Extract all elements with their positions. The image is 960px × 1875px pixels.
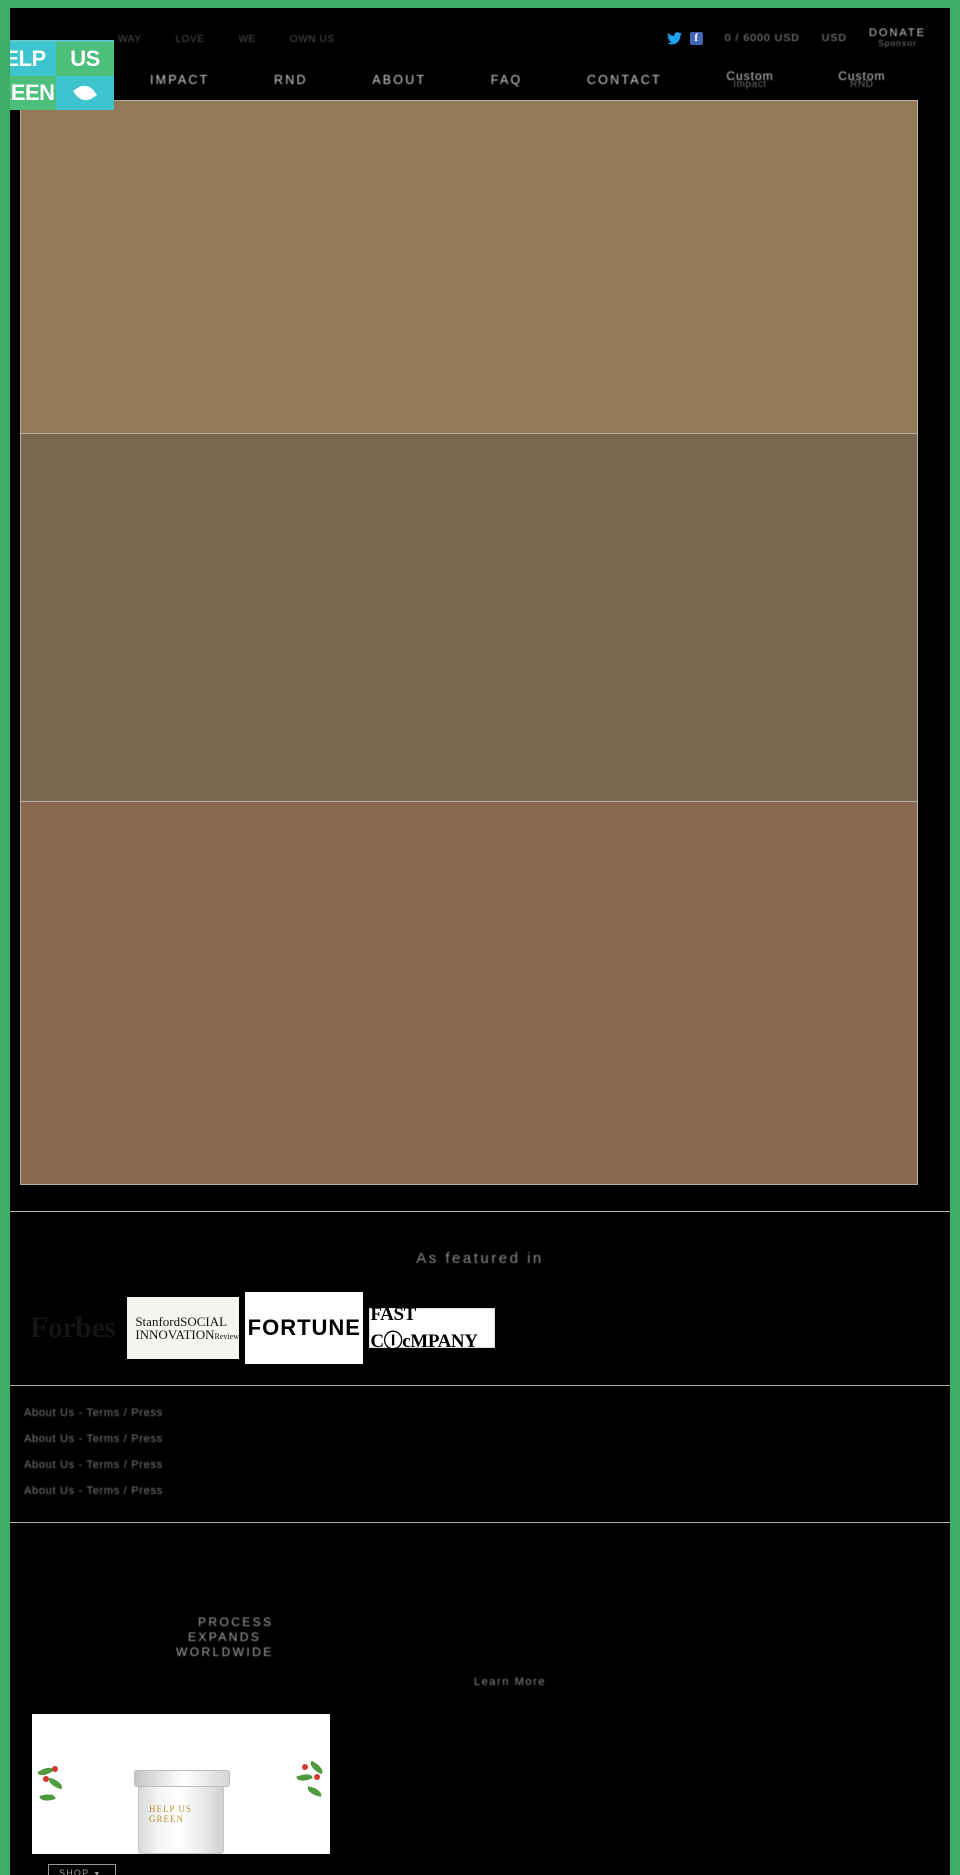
learn-more-link[interactable]: Learn More (70, 1676, 950, 1688)
nav-item-impact[interactable]: IMPACT (150, 73, 210, 87)
logo-cell-help: ELP (10, 42, 56, 76)
utility-links: WAY LOVE WE OWN US (118, 24, 335, 45)
utility-link-0[interactable]: WAY (118, 34, 141, 45)
logo-grid: ELP US REEN (10, 42, 114, 110)
utility-link-3[interactable]: OWN US (290, 34, 335, 45)
hero-band-middle (21, 433, 917, 801)
social-links: f (666, 31, 703, 45)
leaf-icon (47, 1777, 64, 1790)
nav-item-custom-rnd[interactable]: Custom RND (838, 69, 885, 90)
currency-selector[interactable]: USD (822, 32, 847, 44)
berry-icon (314, 1774, 320, 1780)
page-sheet: WAY LOVE WE OWN US f 0 / 6000 USD USD DO… (10, 8, 950, 1875)
spacer-after-hero (10, 1185, 950, 1211)
page-root: WAY LOVE WE OWN US f 0 / 6000 USD USD DO… (0, 0, 960, 1875)
product-image[interactable]: HELP US GREEN (32, 1714, 330, 1854)
process-line-3: WORLDWIDE (176, 1645, 274, 1659)
hero-band-top (21, 101, 917, 433)
as-featured-section: As featured in Forbes StanfordSOCIAL INN… (10, 1212, 950, 1385)
list-item[interactable]: About Us - Terms / Press (24, 1400, 950, 1426)
hero-image-stack (20, 100, 918, 1185)
site-logo[interactable]: ELP US REEN (10, 40, 114, 110)
main-navigation: IMPACT RND ABOUT FAQ CONTACT Custom Impa… (10, 60, 950, 100)
utility-bar: WAY LOVE WE OWN US f 0 / 6000 USD USD DO… (10, 8, 950, 60)
stanford-social-innovation-review-logo: StanfordSOCIAL INNOVATIONReview (127, 1297, 240, 1359)
twitter-icon[interactable] (666, 31, 682, 45)
utility-link-1[interactable]: LOVE (175, 34, 204, 45)
shop-label: SHOP (59, 1868, 90, 1875)
berry-icon (52, 1766, 58, 1772)
leaf-icon (39, 1792, 56, 1803)
nav-item-rnd[interactable]: RND (274, 73, 308, 87)
nav-item-custom-impact[interactable]: Custom Impact (726, 69, 773, 90)
donate-button[interactable]: DONATE Sponsor (869, 27, 926, 49)
shop-dropdown[interactable]: SHOP ▼ (48, 1864, 117, 1875)
process-line-1: PROCESS (198, 1615, 274, 1629)
donation-progress: 0 / 6000 USD (724, 32, 800, 44)
process-line-2: EXPANDS (188, 1630, 262, 1644)
ssir-line2: INNOVATIONReview (135, 1327, 239, 1342)
leaf-icon (308, 1760, 325, 1775)
utility-right: f 0 / 6000 USD USD DONATE Sponsor (666, 19, 950, 49)
nav-item-about[interactable]: ABOUT (372, 73, 426, 87)
leaf-icon (306, 1786, 323, 1797)
jar-lid-icon (134, 1770, 230, 1787)
list-item[interactable]: About Us - Terms / Press (24, 1478, 950, 1504)
nav-custom-rnd-line2: RND (850, 78, 874, 90)
leaf-icon (296, 1771, 313, 1784)
utility-link-2[interactable]: WE (239, 34, 256, 45)
fortune-logo: FORTUNE (245, 1292, 364, 1364)
berry-icon (43, 1776, 49, 1782)
forbes-logo: Forbes (30, 1311, 116, 1344)
nav-item-contact[interactable]: CONTACT (587, 73, 662, 87)
leaf-icon (56, 76, 114, 110)
sponsor-label: Sponsor (878, 38, 917, 49)
logo-cell-green: REEN (10, 76, 56, 110)
ssir-review: Review (214, 1332, 239, 1341)
list-item[interactable]: About Us - Terms / Press (24, 1426, 950, 1452)
berry-icon (302, 1764, 308, 1770)
list-item[interactable]: About Us - Terms / Press (24, 1452, 950, 1478)
hero-band-bottom (21, 801, 917, 1184)
process-heading: PROCESS EXPANDS WORLDWIDE (176, 1615, 950, 1660)
chevron-down-icon: ▼ (93, 1871, 102, 1875)
link-list-section: About Us - Terms / Press About Us - Term… (10, 1386, 950, 1522)
facebook-icon[interactable]: f (689, 31, 703, 45)
nav-custom-impact-line2: Impact (733, 78, 767, 90)
as-featured-title: As featured in (416, 1250, 544, 1267)
fast-company-logo: FAST CⒾcMPANY (369, 1304, 496, 1352)
ssir-innovation: INNOVATION (135, 1327, 215, 1342)
press-logo-row: Forbes StanfordSOCIAL INNOVATIONReview F… (10, 1292, 950, 1364)
process-section: PROCESS EXPANDS WORLDWIDE Learn More HEL… (10, 1523, 950, 1854)
nav-item-faq[interactable]: FAQ (491, 73, 523, 87)
logo-cell-us: US (56, 42, 114, 76)
jar-label: HELP US GREEN (149, 1804, 192, 1824)
jar-icon: HELP US GREEN (134, 1770, 230, 1854)
